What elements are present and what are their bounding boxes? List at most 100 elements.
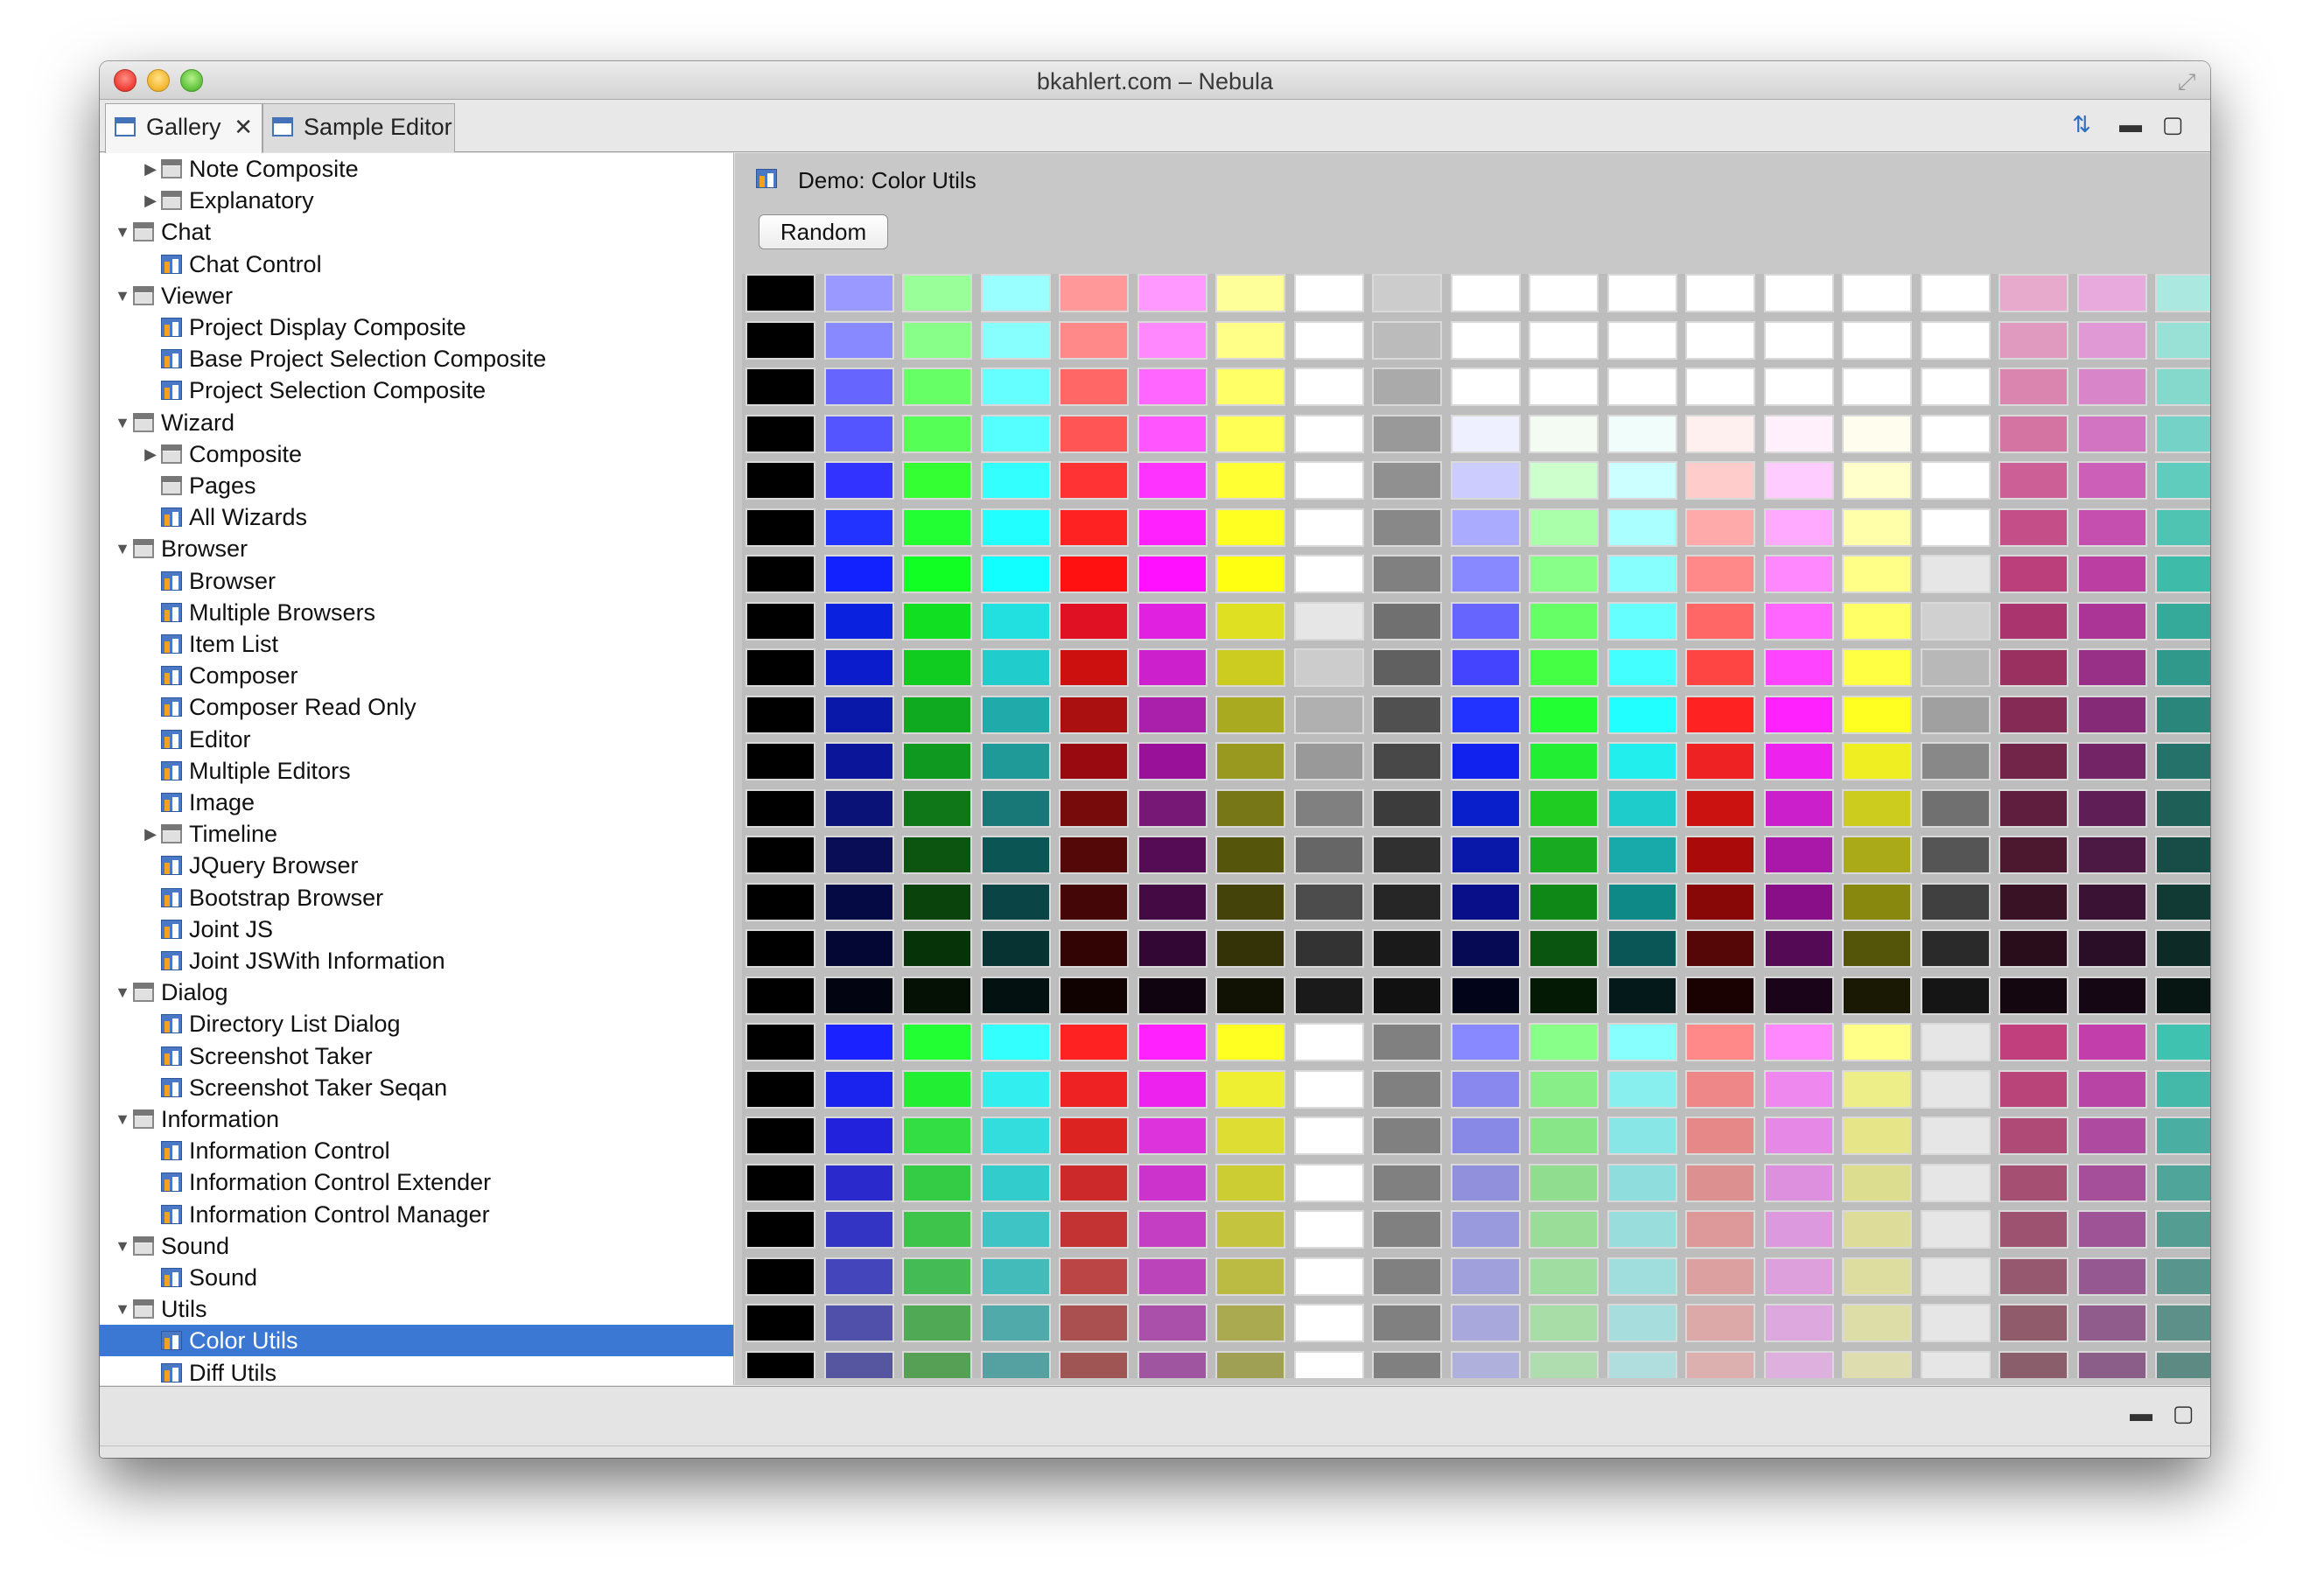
twisty-expanded-icon[interactable]: ▼ <box>114 407 131 438</box>
gallery-tree[interactable]: ▶ Note Composite ▶ Explanatory ▼ Chat Chat Con… <box>100 153 734 1385</box>
twisty-expanded-icon[interactable]: ▼ <box>114 1230 131 1262</box>
color-swatch <box>980 1210 1051 1249</box>
random-button[interactable]: Random <box>759 214 888 249</box>
color-swatch <box>980 1163 1051 1202</box>
color-swatch <box>1372 929 1442 968</box>
twisty-expanded-icon[interactable]: ▼ <box>114 533 131 564</box>
tree-item-label: Chat <box>161 219 212 246</box>
color-swatch <box>2155 274 2210 312</box>
tree-item[interactable]: ▼ Wizard <box>100 407 733 438</box>
demo-icon <box>161 570 182 591</box>
color-swatch <box>1842 695 1912 734</box>
color-swatch <box>1998 368 2068 406</box>
tab-sample-editor[interactable]: Sample Editor <box>262 103 455 152</box>
tree-item[interactable]: Item List <box>100 628 733 660</box>
minimize-icon[interactable]: ▬ <box>2126 1396 2156 1431</box>
color-swatch <box>1450 601 1521 640</box>
tree-item[interactable]: Information Control <box>100 1135 733 1166</box>
tree-item[interactable]: Project Selection Composite <box>100 374 733 406</box>
tree-item[interactable]: Screenshot Taker Seqan <box>100 1072 733 1103</box>
color-swatch <box>1372 1069 1442 1109</box>
color-swatch <box>1998 648 2068 687</box>
color-swatch <box>1137 320 1208 360</box>
color-swatch <box>1293 320 1364 360</box>
twisty-expanded-icon[interactable]: ▼ <box>114 1293 131 1325</box>
tree-item[interactable]: Project Display Composite <box>100 312 733 343</box>
minimize-icon[interactable]: ▬ <box>2116 107 2146 142</box>
twisty-expanded-icon[interactable]: ▼ <box>114 280 131 312</box>
tree-item[interactable]: ▶ Note Composite <box>100 153 733 185</box>
color-swatch <box>746 1210 816 1249</box>
twisty-collapsed-icon[interactable]: ▶ <box>142 438 159 470</box>
fullscreen-icon[interactable]: ⤢ <box>2174 68 2200 94</box>
color-swatch <box>1215 648 1285 687</box>
tree-item[interactable]: Color Utils <box>100 1325 733 1357</box>
twisty-expanded-icon[interactable]: ▼ <box>114 1103 131 1135</box>
tree-item[interactable]: Editor <box>100 724 733 755</box>
maximize-icon[interactable]: ▢ <box>2158 107 2188 142</box>
tree-item[interactable]: Composer <box>100 660 733 691</box>
color-swatch <box>1998 929 2068 968</box>
tree-item[interactable]: ▼ Browser <box>100 533 733 564</box>
tab-gallery[interactable]: Gallery ✕ <box>105 103 262 153</box>
color-swatch <box>1606 461 1677 500</box>
tree-item[interactable]: Information Control Extender <box>100 1166 733 1198</box>
tree-item[interactable]: JQuery Browser <box>100 850 733 881</box>
tree-item[interactable]: Diff Utils <box>100 1357 733 1385</box>
maximize-icon[interactable]: ▢ <box>2168 1396 2198 1431</box>
tree-item[interactable]: ▼ Viewer <box>100 280 733 312</box>
twisty-expanded-icon[interactable]: ▼ <box>114 216 131 248</box>
tree-item-label: Viewer <box>161 282 234 309</box>
color-swatch <box>1606 695 1677 734</box>
color-swatch <box>1137 461 1208 500</box>
twisty-collapsed-icon[interactable]: ▶ <box>142 153 159 185</box>
color-swatch <box>1372 368 1442 406</box>
color-swatch <box>1763 601 1834 640</box>
folder-icon <box>133 1236 154 1256</box>
tree-item[interactable]: ▶ Explanatory <box>100 185 733 216</box>
tree-item[interactable]: ▼ Chat <box>100 216 733 248</box>
tree-item[interactable]: ▶ Composite <box>100 438 733 470</box>
tree-item[interactable]: ▼ Information <box>100 1103 733 1135</box>
twisty-collapsed-icon[interactable]: ▶ <box>142 818 159 850</box>
twisty-expanded-icon[interactable]: ▼ <box>114 976 131 1008</box>
tree-item[interactable]: Directory List Dialog <box>100 1008 733 1040</box>
color-swatch <box>746 1116 816 1155</box>
tree-item[interactable]: Bootstrap Browser <box>100 882 733 914</box>
color-swatch <box>1763 1116 1834 1155</box>
color-swatch <box>1998 461 2068 500</box>
tree-item[interactable]: ▼ Sound <box>100 1230 733 1262</box>
tree-item[interactable]: ▼ Dialog <box>100 976 733 1008</box>
demo-icon <box>161 1362 182 1382</box>
tree-item[interactable]: Screenshot Taker <box>100 1040 733 1072</box>
sync-icon[interactable]: ⇅ <box>2067 107 2096 142</box>
tree-item[interactable]: ▶ Timeline <box>100 818 733 850</box>
tree-item[interactable]: Multiple Browsers <box>100 597 733 628</box>
color-swatch <box>902 368 972 406</box>
tree-item[interactable]: Image <box>100 787 733 818</box>
color-swatch <box>2155 695 2210 734</box>
tree-item[interactable]: Browser <box>100 565 733 597</box>
tree-item-label: Directory List Dialog <box>189 1011 401 1038</box>
twisty-collapsed-icon[interactable]: ▶ <box>142 185 159 216</box>
tree-item[interactable]: Pages <box>100 470 733 501</box>
color-swatch <box>1450 1210 1521 1249</box>
color-swatch <box>1998 414 2068 453</box>
tree-item[interactable]: Joint JSWith Information <box>100 945 733 976</box>
tree-item[interactable]: Joint JS <box>100 914 733 945</box>
tree-item[interactable]: Base Project Selection Composite <box>100 343 733 374</box>
tree-item[interactable]: ▼ Utils <box>100 1293 733 1325</box>
tree-item[interactable]: Information Control Manager <box>100 1199 733 1230</box>
tree-item[interactable]: Chat Control <box>100 248 733 280</box>
tree-item[interactable]: Composer Read Only <box>100 691 733 723</box>
color-swatch <box>1293 695 1364 734</box>
color-swatch <box>1059 648 1129 687</box>
tree-item[interactable]: Sound <box>100 1262 733 1293</box>
color-swatch <box>1920 1023 1991 1061</box>
color-swatch <box>746 788 816 828</box>
tree-item[interactable]: All Wizards <box>100 501 733 533</box>
color-swatch <box>1137 1069 1208 1109</box>
color-swatch <box>2155 414 2210 453</box>
tree-item[interactable]: Multiple Editors <box>100 755 733 787</box>
close-tab-icon[interactable]: ✕ <box>234 104 253 150</box>
